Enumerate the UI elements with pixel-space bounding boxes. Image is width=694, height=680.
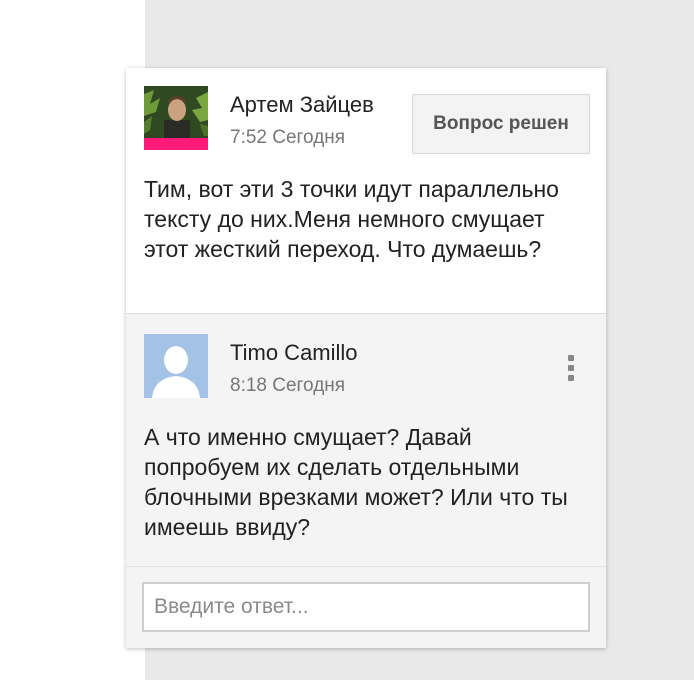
- reply-text: А что именно смущает? Давай попробуем их…: [144, 424, 568, 540]
- more-dot: [568, 355, 574, 361]
- avatar[interactable]: [144, 86, 208, 150]
- more-vertical-icon[interactable]: [558, 350, 584, 386]
- reply-timestamp: 8:18 Сегодня: [230, 375, 346, 396]
- callout-pointer: [97, 66, 127, 96]
- default-avatar-icon[interactable]: [144, 334, 208, 398]
- document-area: [0, 0, 145, 680]
- reply-section: Timo Camillo 8:18 Сегодня А что именно с…: [126, 314, 606, 648]
- comment-thread-card: Артем Зайцев 7:52 Сегодня Вопрос решен Т…: [126, 68, 606, 648]
- comment-main: Артем Зайцев 7:52 Сегодня Вопрос решен Т…: [126, 68, 606, 314]
- resolve-button[interactable]: Вопрос решен: [412, 94, 590, 154]
- author-name: Артем Зайцев: [230, 92, 374, 117]
- comment-timestamp: 7:52 Сегодня: [230, 127, 346, 148]
- more-dot: [568, 375, 574, 381]
- divider: [126, 566, 606, 567]
- comment-text: Тим, вот эти 3 точки идут параллельно те…: [144, 176, 559, 262]
- more-dot: [568, 365, 574, 371]
- reply-input[interactable]: [142, 582, 590, 632]
- reply-author-name: Timo Camillo: [230, 340, 358, 365]
